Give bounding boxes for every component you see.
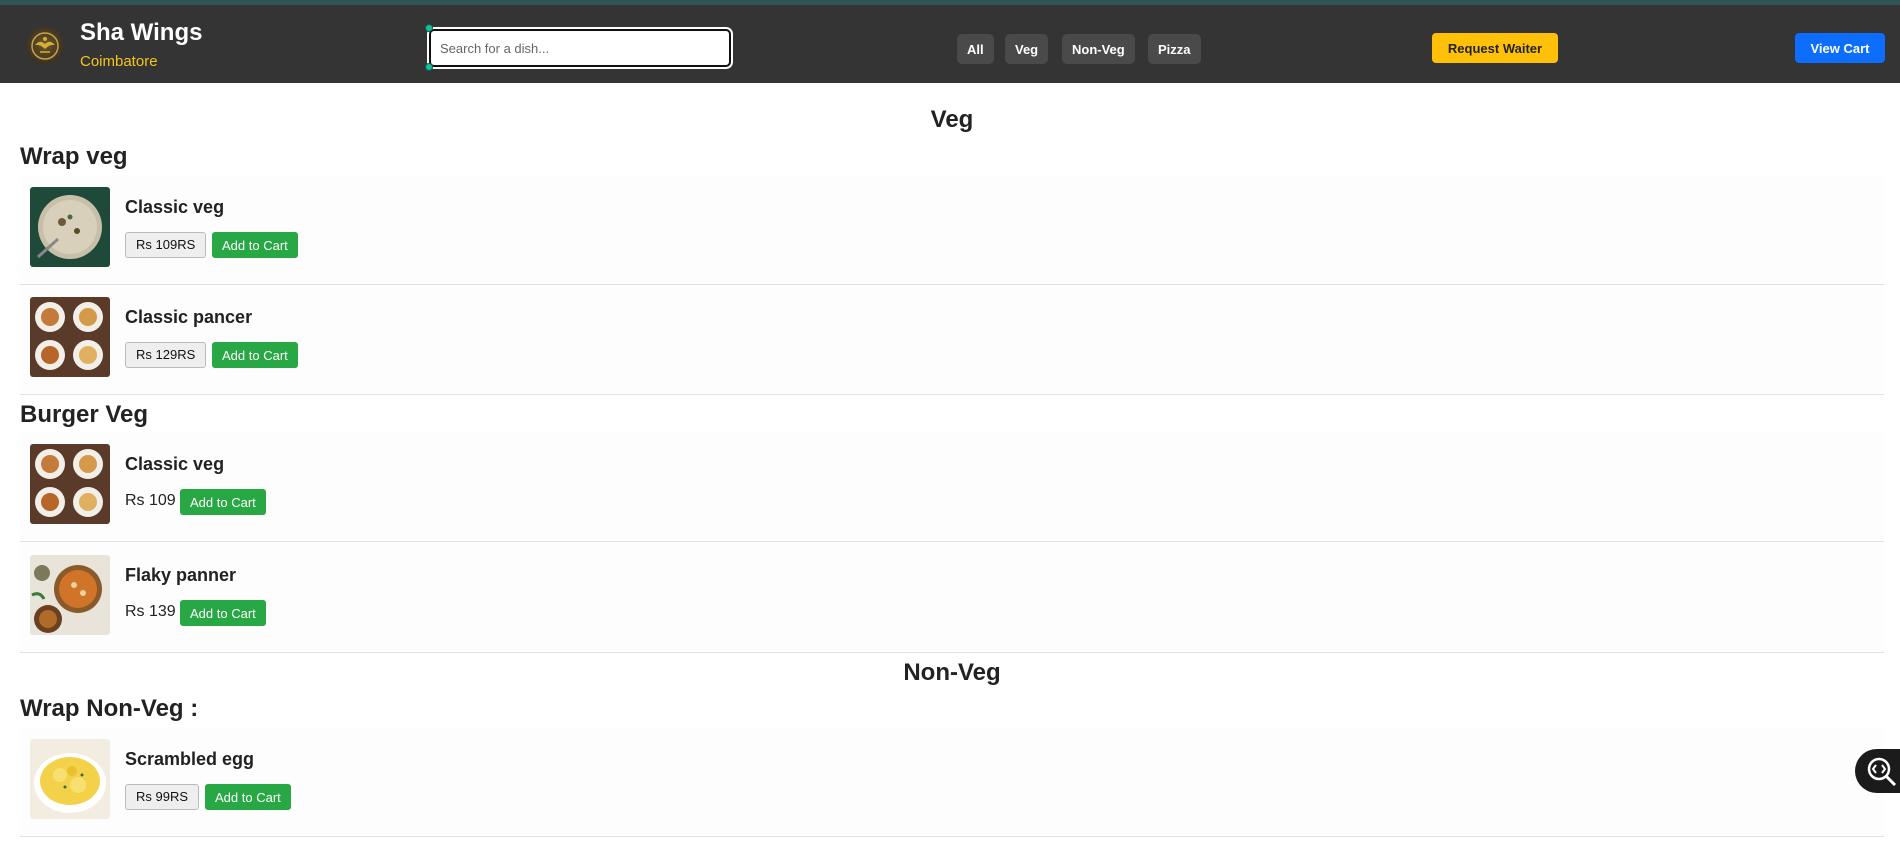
menu-item: Flaky panner Rs 139 Add to Cart — [20, 543, 1884, 653]
dish-image — [30, 297, 110, 377]
navbar: Sha Wings Coimbatore All Veg Non-Veg Piz… — [0, 5, 1900, 83]
logo-icon[interactable] — [26, 27, 64, 65]
item-price: Rs 99RS — [125, 784, 200, 810]
item-name: Scrambled egg — [125, 749, 255, 769]
brand-title: Sha Wings — [80, 19, 203, 46]
menu-item: Classic veg Rs 109 Add to Cart — [20, 432, 1884, 542]
add-to-cart-button[interactable]: Add to Cart — [180, 600, 266, 626]
filter-pizza-button[interactable]: Pizza — [1148, 34, 1201, 64]
section-title-veg: Veg — [930, 106, 974, 133]
item-price: Rs 129RS — [125, 342, 207, 368]
dish-image — [30, 444, 110, 524]
add-to-cart-button[interactable]: Add to Cart — [205, 784, 291, 810]
filter-all-button[interactable]: All — [957, 34, 994, 64]
resize-handle-top — [425, 24, 433, 32]
menu-item: Classic veg Rs 109RS Add to Cart — [20, 175, 1884, 285]
section-title-nonveg: Non-Veg — [903, 659, 1001, 686]
dish-image — [30, 187, 110, 267]
add-to-cart-button[interactable]: Add to Cart — [180, 489, 266, 515]
item-price: Rs 109RS — [125, 232, 207, 258]
category-title-wrap-nonveg: Wrap Non-Veg : — [20, 695, 199, 722]
search-input[interactable] — [427, 27, 733, 69]
filter-veg-button[interactable]: Veg — [1005, 34, 1049, 64]
search-container — [425, 24, 733, 71]
dish-image — [30, 555, 110, 635]
item-name: Classic pancer — [125, 307, 253, 327]
category-title-burger-veg: Burger Veg — [20, 401, 149, 428]
resize-handle-bottom — [425, 63, 433, 71]
filter-nonveg-button[interactable]: Non-Veg — [1062, 34, 1135, 64]
add-to-cart-button[interactable]: Add to Cart — [212, 342, 298, 368]
item-name: Classic veg — [125, 454, 225, 474]
add-to-cart-button[interactable]: Add to Cart — [212, 232, 298, 258]
item-price: Rs 139 — [125, 603, 176, 620]
request-waiter-button[interactable]: Request Waiter — [1432, 33, 1558, 63]
view-cart-button[interactable]: View Cart — [1795, 33, 1885, 63]
code-search-icon[interactable] — [1855, 749, 1900, 793]
brand-location: Coimbatore — [80, 53, 158, 70]
menu-item: Scrambled egg Rs 99RS Add to Cart — [20, 727, 1884, 837]
item-price: Rs 109 — [125, 492, 176, 509]
item-name: Flaky panner — [125, 565, 237, 585]
item-name: Classic veg — [125, 197, 225, 217]
category-title-wrap-veg: Wrap veg — [20, 143, 128, 170]
dish-image — [30, 739, 110, 819]
menu-item: Classic pancer Rs 129RS Add to Cart — [20, 285, 1884, 395]
